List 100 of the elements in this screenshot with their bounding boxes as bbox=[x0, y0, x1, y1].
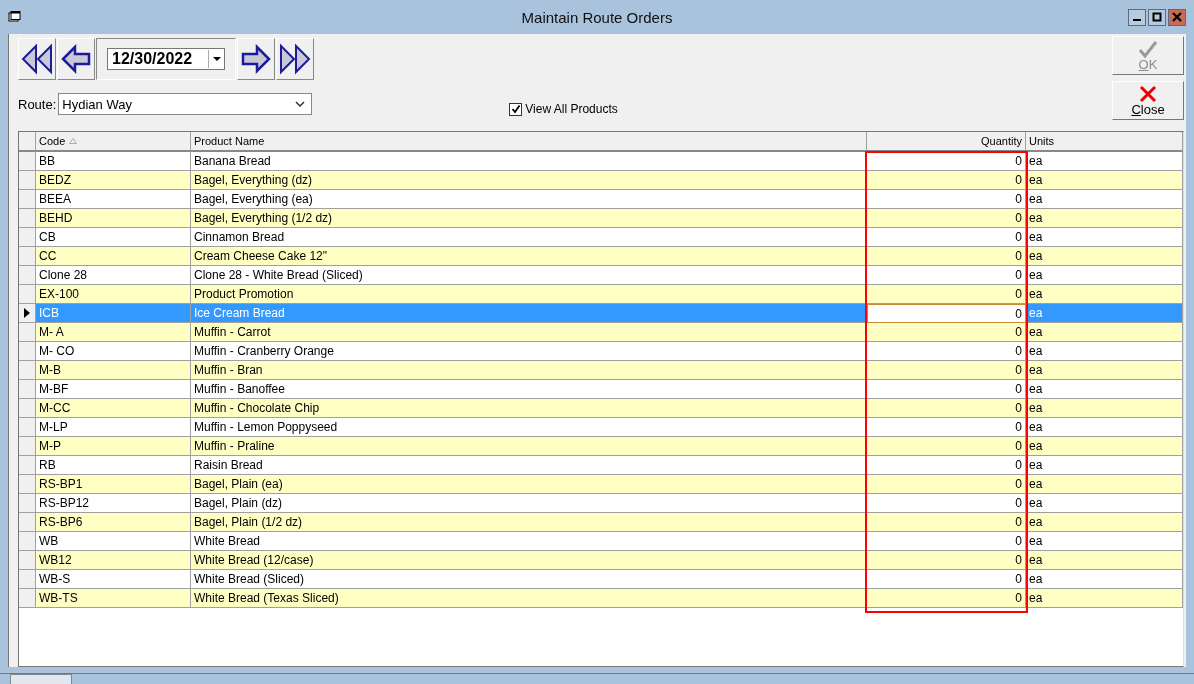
table-cell: CC bbox=[36, 247, 191, 266]
table-cell: Muffin - Bran bbox=[191, 361, 867, 380]
table-cell: 0 bbox=[867, 532, 1026, 551]
table-cell: BEDZ bbox=[36, 171, 191, 190]
table-cell: ea bbox=[1026, 266, 1183, 285]
maximize-button[interactable] bbox=[1148, 8, 1166, 26]
table-cell: WB12 bbox=[36, 551, 191, 570]
table-cell: ea bbox=[1026, 570, 1183, 589]
table-cell: 0 bbox=[867, 399, 1026, 418]
left-arrow-icon bbox=[59, 42, 93, 76]
table-cell: 0 bbox=[867, 380, 1026, 399]
table-cell: 0 bbox=[867, 247, 1026, 266]
double-left-arrow-icon bbox=[20, 42, 54, 76]
chevron-down-icon bbox=[295, 101, 306, 107]
table-cell: ea bbox=[1026, 418, 1183, 437]
table-cell: ICB bbox=[36, 304, 191, 323]
close-window-button[interactable] bbox=[1168, 8, 1186, 26]
date-field[interactable]: 12/30/2022 bbox=[107, 48, 225, 70]
window-title: Maintain Route Orders bbox=[520, 8, 674, 26]
table-cell: 0 bbox=[867, 190, 1026, 209]
table-cell: Muffin - Carrot bbox=[191, 323, 867, 342]
table-cell: RS-BP6 bbox=[36, 513, 191, 532]
table-cell: RB bbox=[36, 456, 191, 475]
dropdown-arrow-icon bbox=[212, 57, 221, 61]
table-cell: Clone 28 bbox=[36, 266, 191, 285]
table-cell: BEHD bbox=[36, 209, 191, 228]
table-cell: ea bbox=[1026, 437, 1183, 456]
table-cell: 0 bbox=[867, 209, 1026, 228]
table-cell: 0 bbox=[867, 589, 1026, 608]
table-cell: ea bbox=[1026, 152, 1183, 171]
row-selector[interactable] bbox=[19, 304, 36, 323]
table-cell: M-B bbox=[36, 361, 191, 380]
table-cell: White Bread (12/case) bbox=[191, 551, 867, 570]
minimize-button[interactable] bbox=[1128, 8, 1146, 26]
table-cell: RS-BP12 bbox=[36, 494, 191, 513]
close-icon bbox=[1172, 12, 1182, 22]
minimize-icon bbox=[1133, 19, 1141, 21]
table-cell: M-CC bbox=[36, 399, 191, 418]
table-cell: ea bbox=[1026, 171, 1183, 190]
table-cell: BB bbox=[36, 152, 191, 171]
table-cell: ea bbox=[1026, 551, 1183, 570]
table-cell: WB-TS bbox=[36, 589, 191, 608]
table-cell: 0 bbox=[867, 342, 1026, 361]
table-cell: 0 bbox=[867, 285, 1026, 304]
current-row-icon bbox=[24, 308, 30, 318]
table-cell: Bagel, Everything (dz) bbox=[191, 171, 867, 190]
table-cell: Muffin - Praline bbox=[191, 437, 867, 456]
table-cell: 0 bbox=[867, 551, 1026, 570]
table-cell: ea bbox=[1026, 228, 1183, 247]
table-cell: 0 bbox=[867, 228, 1026, 247]
previous-button[interactable] bbox=[57, 38, 95, 80]
table-cell: Ice Cream Bread bbox=[191, 304, 867, 323]
table-cell: M-BF bbox=[36, 380, 191, 399]
table-cell: 0 bbox=[867, 418, 1026, 437]
table-cell: 0 bbox=[867, 323, 1026, 342]
table-cell: ea bbox=[1026, 209, 1183, 228]
table-cell: 0 bbox=[867, 361, 1026, 380]
table-cell: ea bbox=[1026, 532, 1183, 551]
right-arrow-icon bbox=[239, 42, 273, 76]
table-cell: Bagel, Everything (1/2 dz) bbox=[191, 209, 867, 228]
close-button[interactable]: Close bbox=[1112, 81, 1184, 120]
table-cell: 0 bbox=[867, 266, 1026, 285]
table-cell: Muffin - Chocolate Chip bbox=[191, 399, 867, 418]
table-cell: 0 bbox=[867, 570, 1026, 589]
table-cell: Bagel, Plain (ea) bbox=[191, 475, 867, 494]
table-cell: WB bbox=[36, 532, 191, 551]
x-icon bbox=[1139, 84, 1157, 103]
first-button[interactable] bbox=[18, 38, 56, 80]
table-cell: 0 bbox=[867, 456, 1026, 475]
table-cell: M- CO bbox=[36, 342, 191, 361]
route-label: Route: bbox=[18, 96, 57, 112]
checkmark-icon bbox=[510, 104, 521, 114]
table-cell: ea bbox=[1026, 513, 1183, 532]
next-button[interactable] bbox=[237, 38, 275, 80]
table-cell: ea bbox=[1026, 494, 1183, 513]
table-cell: ea bbox=[1026, 190, 1183, 209]
table-cell: ea bbox=[1026, 399, 1183, 418]
table-cell: EX-100 bbox=[36, 285, 191, 304]
app-icon bbox=[8, 11, 22, 23]
table-cell: ea bbox=[1026, 475, 1183, 494]
quantity-input[interactable]: 0 bbox=[867, 304, 1026, 323]
table-cell: 0 bbox=[867, 437, 1026, 456]
double-right-arrow-icon bbox=[278, 42, 312, 76]
table-cell: WB-S bbox=[36, 570, 191, 589]
table-cell: Cream Cheese Cake 12" bbox=[191, 247, 867, 266]
table-cell: ea bbox=[1026, 361, 1183, 380]
table-cell: ea bbox=[1026, 589, 1183, 608]
table-cell: ea bbox=[1026, 304, 1183, 323]
table-cell: Product Promotion bbox=[191, 285, 867, 304]
last-button[interactable] bbox=[276, 38, 314, 80]
table-cell: Bagel, Plain (1/2 dz) bbox=[191, 513, 867, 532]
table-cell: ea bbox=[1026, 323, 1183, 342]
table-cell: M- A bbox=[36, 323, 191, 342]
table-cell: ea bbox=[1026, 285, 1183, 304]
table-cell: 0 bbox=[867, 494, 1026, 513]
table-cell: BEEA bbox=[36, 190, 191, 209]
table-cell: 0 bbox=[867, 475, 1026, 494]
table-cell: 0 bbox=[867, 171, 1026, 190]
view-all-products-checkbox[interactable]: View All Products bbox=[509, 102, 618, 116]
route-dropdown[interactable]: Hydian Way bbox=[58, 93, 313, 115]
